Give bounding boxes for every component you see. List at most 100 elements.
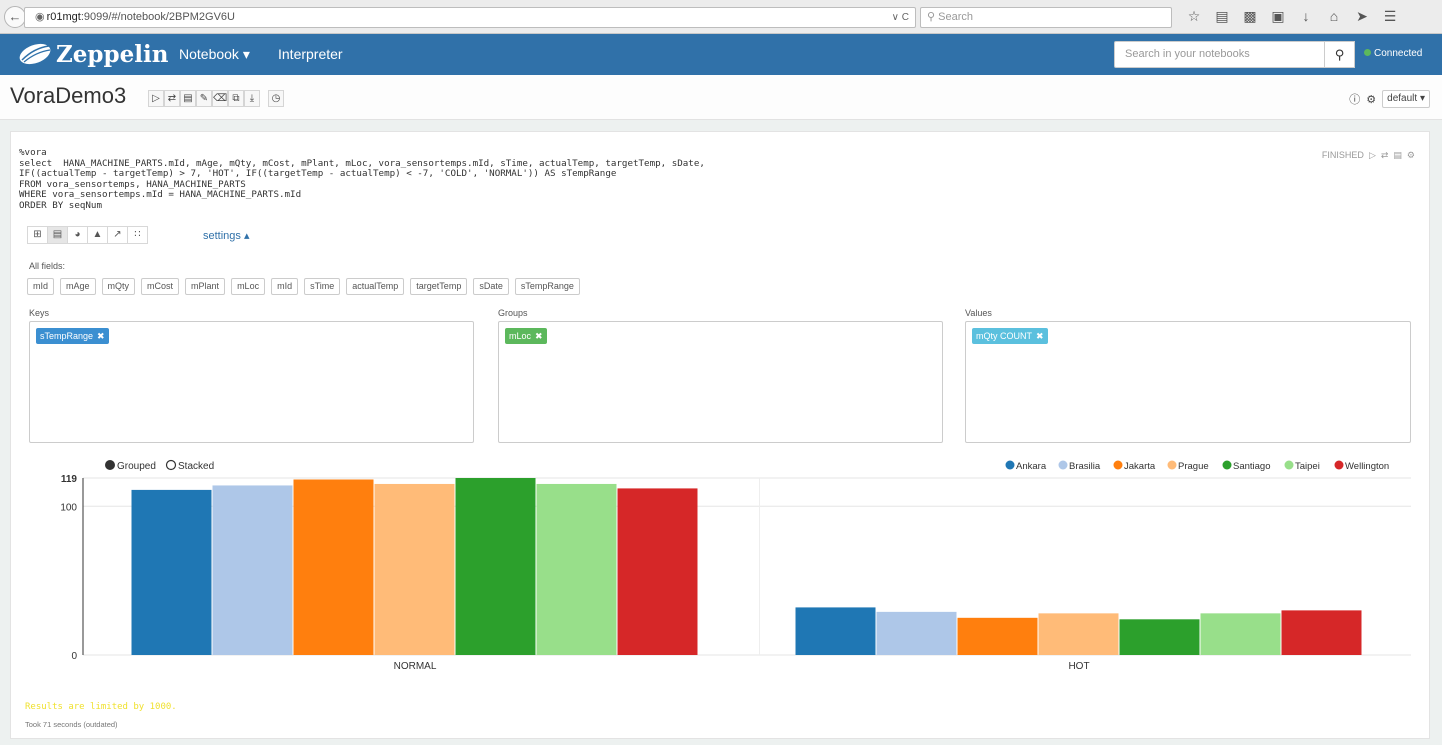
line-chart-icon[interactable]: ↗: [107, 226, 128, 244]
save-icon[interactable]: ▩: [1242, 8, 1258, 25]
nav-notebook-menu[interactable]: Notebook ▾: [179, 46, 250, 63]
legend-marker-wellington[interactable]: [1334, 460, 1344, 470]
field-tag[interactable]: targetTemp: [410, 278, 468, 295]
remove-icon[interactable]: ✖: [97, 331, 105, 341]
bar-taipei-hot[interactable]: [1200, 613, 1281, 655]
notebook-search-input[interactable]: Search in your notebooks: [1114, 41, 1325, 68]
show-hide-output-icon[interactable]: ▤: [180, 90, 196, 107]
connection-status-label: Connected: [1374, 48, 1423, 59]
all-fields-label: All fields:: [29, 261, 66, 271]
show-hide-code-icon[interactable]: ⇄: [164, 90, 180, 107]
settings-toggle[interactable]: settings ▴: [203, 229, 250, 242]
key-chip[interactable]: sTempRange ✖: [36, 328, 109, 344]
legend-marker-ankara[interactable]: [1005, 460, 1015, 470]
field-tag[interactable]: actualTemp: [346, 278, 405, 295]
app-brand[interactable]: Zeppelin: [56, 41, 168, 68]
run-all-icon[interactable]: ▷: [148, 90, 164, 107]
field-tag[interactable]: mId: [271, 278, 299, 295]
export-icon[interactable]: ⤓: [244, 90, 260, 107]
keys-dropzone[interactable]: sTempRange ✖: [29, 321, 474, 443]
bar-ankara-hot[interactable]: [795, 607, 876, 655]
bar-brasilia-hot[interactable]: [876, 611, 957, 655]
bar-jakarta-normal[interactable]: [293, 479, 374, 655]
values-dropzone[interactable]: mQty COUNT ✖: [965, 321, 1411, 443]
bookmark-star-icon[interactable]: ☆: [1186, 8, 1202, 25]
interpreter-dropdown[interactable]: default ▾: [1382, 90, 1430, 108]
groups-dropzone[interactable]: mLoc ✖: [498, 321, 943, 443]
legend-marker-santiago[interactable]: [1222, 460, 1232, 470]
bar-chart-icon[interactable]: ▤: [47, 226, 68, 244]
schedule-clock-icon[interactable]: ◷: [268, 90, 284, 107]
download-icon[interactable]: ↓: [1298, 8, 1314, 25]
notebook-paragraph: %vora select HANA_MACHINE_PARTS.mId, mAge…: [10, 131, 1430, 739]
keys-label: Keys: [29, 308, 50, 318]
field-tag[interactable]: sDate: [473, 278, 509, 295]
browser-icon-row: ☆ ▤ ▩ ▣ ↓ ⌂ ➤ ☰: [1186, 8, 1398, 25]
table-view-icon[interactable]: ⊞: [27, 226, 48, 244]
remove-icon[interactable]: ✖: [535, 331, 543, 341]
bar-santiago-normal[interactable]: [455, 478, 536, 655]
pie-chart-icon[interactable]: ◕: [67, 226, 88, 244]
clear-output-icon[interactable]: ✎: [196, 90, 212, 107]
stacked-radio[interactable]: [165, 459, 177, 471]
field-tag[interactable]: mQty: [101, 278, 136, 295]
paragraph-status: FINISHED: [1321, 150, 1364, 160]
field-tag[interactable]: mCost: [141, 278, 180, 295]
legend-label: Santiago: [1233, 461, 1271, 472]
bar-taipei-normal[interactable]: [536, 483, 617, 655]
group-chip[interactable]: mLoc ✖: [505, 328, 547, 344]
reading-list-icon[interactable]: ▤: [1214, 8, 1230, 25]
nav-interpreter[interactable]: Interpreter: [278, 46, 343, 62]
remove-icon[interactable]: ✖: [1036, 331, 1044, 341]
bar-wellington-hot[interactable]: [1281, 610, 1362, 655]
home-icon[interactable]: ⌂: [1326, 8, 1342, 25]
gear-icon[interactable]: ⚙: [1366, 93, 1376, 106]
url-bar[interactable]: ◉ r01mgt:9099/#/notebook/2BPM2GV6U ∨ C: [24, 7, 916, 28]
area-chart-icon[interactable]: ▲: [87, 226, 108, 244]
field-tag[interactable]: sTime: [304, 278, 341, 295]
clone-icon[interactable]: ⧉: [228, 90, 244, 107]
bar-prague-normal[interactable]: [374, 483, 455, 655]
legend-marker-taipei[interactable]: [1284, 460, 1294, 470]
bar-jakarta-hot[interactable]: [957, 617, 1038, 655]
field-tag[interactable]: mId: [27, 278, 55, 295]
browser-search-input[interactable]: ⚲ Search: [920, 7, 1172, 28]
notebook-toolbar: ▷ ⇄ ▤ ✎ ⌫ ⧉ ⤓ ◷: [148, 90, 284, 107]
grouped-radio[interactable]: [105, 460, 115, 470]
bar-ankara-normal[interactable]: [131, 489, 212, 655]
toggle-output-icon[interactable]: ▤: [1393, 150, 1402, 161]
paragraph-settings-icon[interactable]: ⚙: [1407, 150, 1415, 161]
toggle-editor-icon[interactable]: ⇄: [1381, 150, 1389, 161]
bar-wellington-normal[interactable]: [617, 488, 698, 655]
field-tag[interactable]: mPlant: [185, 278, 226, 295]
run-paragraph-icon[interactable]: ▷: [1369, 150, 1376, 161]
legend-marker-jakarta[interactable]: [1113, 460, 1123, 470]
search-icon[interactable]: ⚲: [1325, 41, 1355, 68]
legend-marker-brasilia[interactable]: [1058, 460, 1068, 470]
value-chip[interactable]: mQty COUNT ✖: [972, 328, 1048, 344]
send-icon[interactable]: ➤: [1354, 8, 1370, 25]
field-tag[interactable]: mLoc: [231, 278, 266, 295]
bar-santiago-hot[interactable]: [1119, 619, 1200, 655]
zeppelin-logo-icon[interactable]: [16, 40, 52, 68]
legend-label: Wellington: [1345, 461, 1389, 472]
trash-icon[interactable]: ⌫: [212, 90, 228, 107]
scatter-chart-icon[interactable]: ∷: [127, 226, 148, 244]
bar-prague-hot[interactable]: [1038, 613, 1119, 655]
legend-label: Ankara: [1016, 461, 1047, 472]
help-icon[interactable]: ⓘ: [1349, 91, 1360, 107]
code-editor[interactable]: %vora select HANA_MACHINE_PARTS.mId, mAge…: [19, 147, 705, 212]
bar-brasilia-normal[interactable]: [212, 485, 293, 655]
field-tag[interactable]: sTempRange: [514, 278, 580, 295]
notebook-title[interactable]: VoraDemo3: [10, 83, 126, 109]
bar-chart: 0 100 119 NORMAL HOT Grouped Stacked Ankara Bras…: [60, 459, 1411, 672]
visualization-toolbar: ⊞ ▤ ◕ ▲ ↗ ∷: [27, 226, 148, 244]
field-tag[interactable]: mAge: [60, 278, 96, 295]
url-path: :9099/#/notebook/2BPM2GV6U: [80, 11, 235, 23]
menu-icon[interactable]: ☰: [1382, 8, 1398, 25]
notebook-header-right: ⓘ ⚙ default ▾: [1349, 90, 1430, 108]
back-arrow-icon[interactable]: ←: [4, 6, 26, 28]
reload-icon[interactable]: ∨ C: [892, 8, 909, 27]
legend-marker-prague[interactable]: [1167, 460, 1177, 470]
addon-icon[interactable]: ▣: [1270, 8, 1286, 25]
